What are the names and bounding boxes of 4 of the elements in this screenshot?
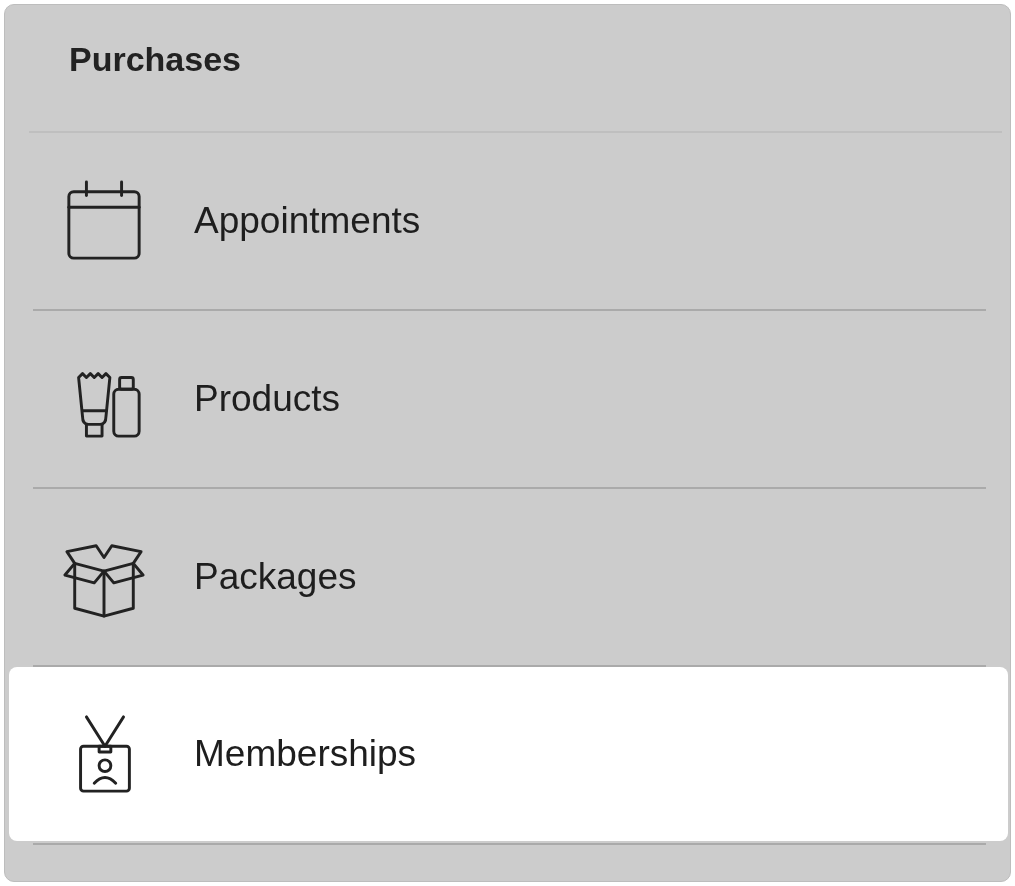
menu-item[interactable]: Appointments: [33, 133, 986, 311]
menu-item[interactable]: Memberships: [9, 667, 1008, 841]
section-title: Purchases: [68, 39, 242, 80]
menu-item[interactable]: Products: [33, 311, 986, 489]
